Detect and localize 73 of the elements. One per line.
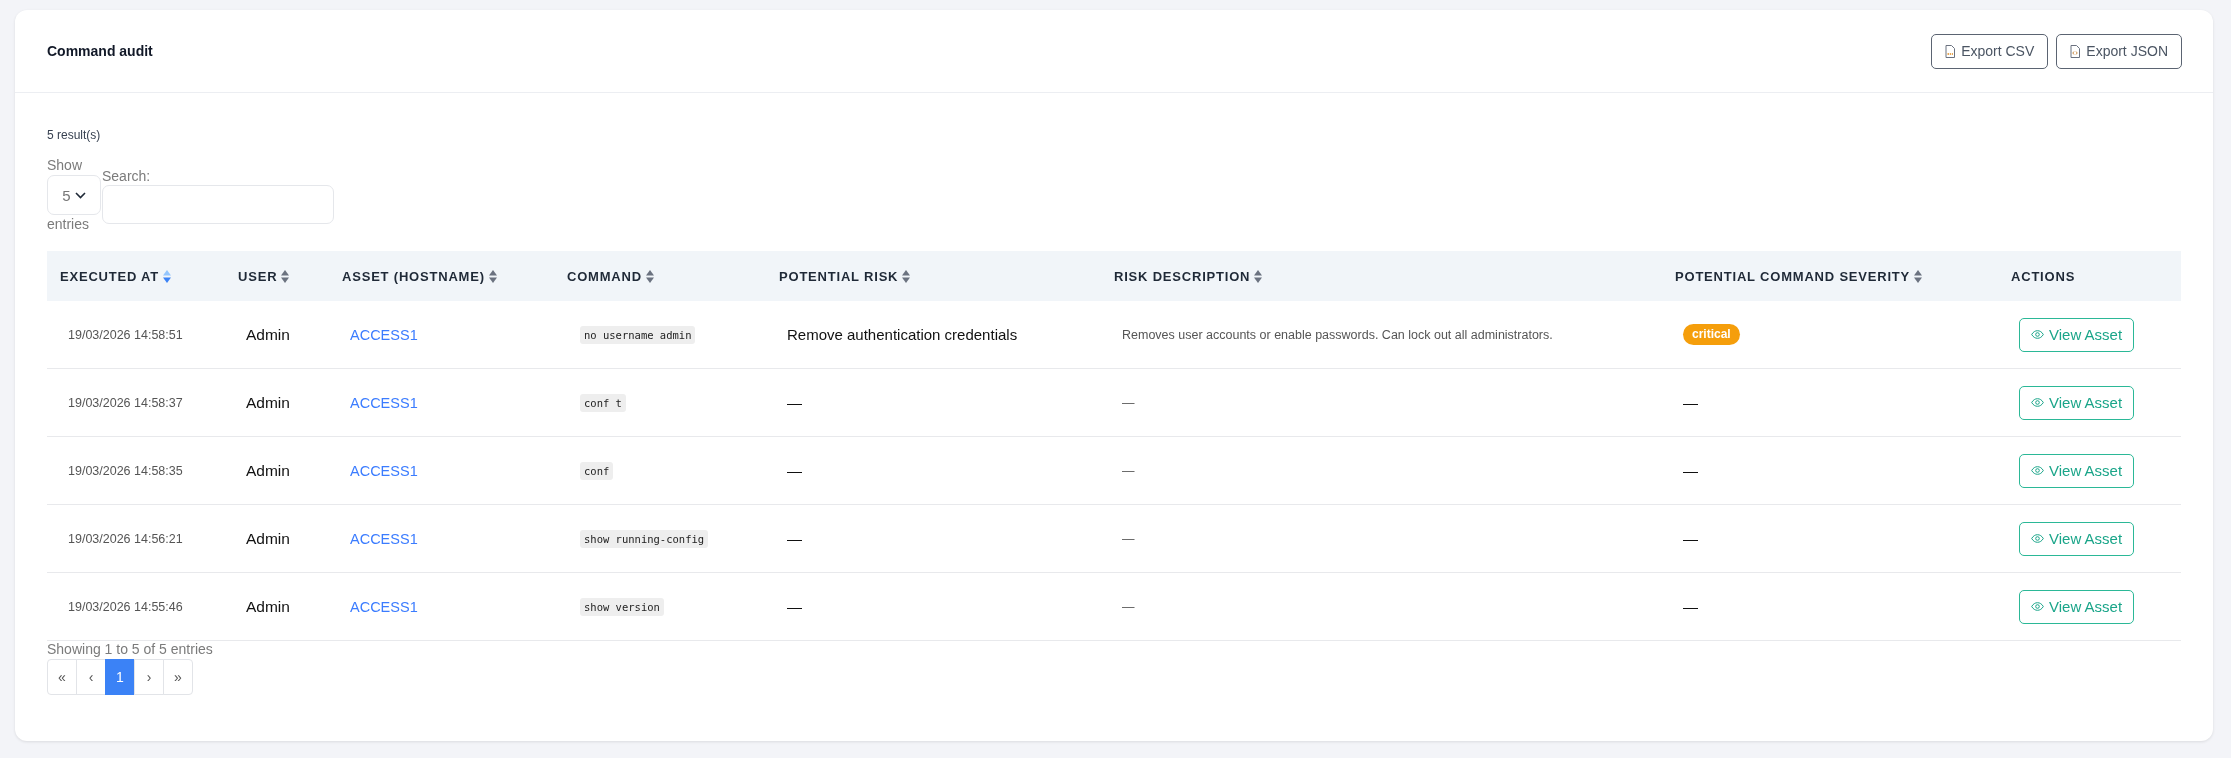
search-label: Search:	[102, 166, 151, 185]
page-button[interactable]: ‹	[76, 659, 106, 695]
timestamp: 19/03/2026 14:58:51	[68, 327, 183, 342]
asset-link[interactable]: ACCESS1	[350, 598, 418, 615]
show-label: Show	[47, 156, 83, 175]
user-name: Admin	[246, 461, 290, 480]
user-name: Admin	[246, 597, 290, 616]
sort-icon[interactable]	[1914, 269, 1923, 283]
column-header[interactable]: POTENTIAL RISK	[779, 268, 899, 284]
eye-icon	[2031, 398, 2044, 407]
chevron-down-icon	[74, 191, 86, 199]
risk-description: —	[1122, 395, 1135, 410]
page-button[interactable]: ›	[134, 659, 164, 695]
column-header[interactable]: ASSET (HOSTNAME)	[342, 268, 485, 284]
asset-link[interactable]: ACCESS1	[350, 394, 418, 411]
severity-text: —	[1683, 462, 1698, 479]
file-icon	[1945, 44, 1956, 58]
command-code: conf	[580, 461, 614, 480]
severity-text: —	[1683, 530, 1698, 547]
risk-description: Removes user accounts or enable passwords. Can lock out all administrators.	[1122, 327, 1553, 342]
eye-icon	[2031, 602, 2044, 611]
column-header[interactable]: COMMAND	[567, 268, 642, 284]
user-name: Admin	[246, 325, 290, 344]
entries-info: Showing 1 to 5 of 5 entries	[47, 641, 214, 658]
file-code-icon	[2070, 44, 2081, 58]
column-header[interactable]: EXECUTED AT	[60, 268, 160, 284]
sort-icon[interactable]	[281, 269, 290, 283]
timestamp: 19/03/2026 14:58:35	[68, 463, 183, 478]
column-header[interactable]: POTENTIAL COMMAND SEVERITY	[1675, 268, 1911, 284]
user-name: Admin	[246, 529, 290, 548]
severity-text: —	[1683, 394, 1698, 411]
command-code: show running-config	[580, 529, 709, 548]
page-button[interactable]: »	[163, 659, 193, 695]
asset-link[interactable]: ACCESS1	[350, 326, 418, 343]
timestamp: 19/03/2026 14:56:21	[68, 531, 183, 546]
severity-badge: critical	[1683, 324, 1740, 345]
page-length-select[interactable]: 5	[47, 175, 101, 215]
results-count: 5 result(s)	[47, 128, 102, 142]
potential-risk: —	[787, 462, 802, 479]
timestamp: 19/03/2026 14:55:46	[68, 599, 183, 614]
asset-link[interactable]: ACCESS1	[350, 530, 418, 547]
potential-risk: —	[787, 530, 802, 547]
eye-icon	[2031, 330, 2044, 339]
timestamp: 19/03/2026 14:58:37	[68, 395, 183, 410]
column-header: ACTIONS	[2011, 268, 2076, 284]
potential-risk: —	[787, 394, 802, 411]
sort-icon[interactable]	[902, 269, 911, 283]
command-code: no username admin	[580, 325, 696, 344]
risk-description: —	[1122, 463, 1135, 478]
severity-text: —	[1683, 598, 1698, 615]
risk-description: —	[1122, 531, 1135, 546]
eye-icon	[2031, 534, 2044, 543]
sort-icon[interactable]	[488, 269, 497, 283]
page-button[interactable]: «	[47, 659, 77, 695]
command-code: show version	[580, 597, 664, 616]
sort-icon[interactable]	[163, 269, 172, 283]
potential-risk: —	[787, 598, 802, 615]
entries-label: entries	[47, 215, 90, 234]
command-code: conf t	[580, 393, 626, 412]
eye-icon	[2031, 466, 2044, 475]
user-name: Admin	[246, 393, 290, 412]
sort-icon[interactable]	[645, 269, 654, 283]
card-title: Command audit	[47, 43, 153, 59]
export-button[interactable]: Export CSV	[1931, 33, 2049, 69]
search-field[interactable]	[102, 184, 334, 224]
sort-icon[interactable]	[1254, 269, 1263, 283]
asset-link[interactable]: ACCESS1	[350, 462, 418, 479]
column-header[interactable]: USER	[238, 268, 278, 284]
column-header[interactable]: RISK DESCRIPTION	[1114, 268, 1251, 284]
risk-description: —	[1122, 599, 1135, 614]
potential-risk: Remove authentication credentials	[787, 326, 1018, 343]
export-button[interactable]: Export JSON	[2056, 33, 2182, 69]
page-button[interactable]: 1	[105, 659, 135, 695]
